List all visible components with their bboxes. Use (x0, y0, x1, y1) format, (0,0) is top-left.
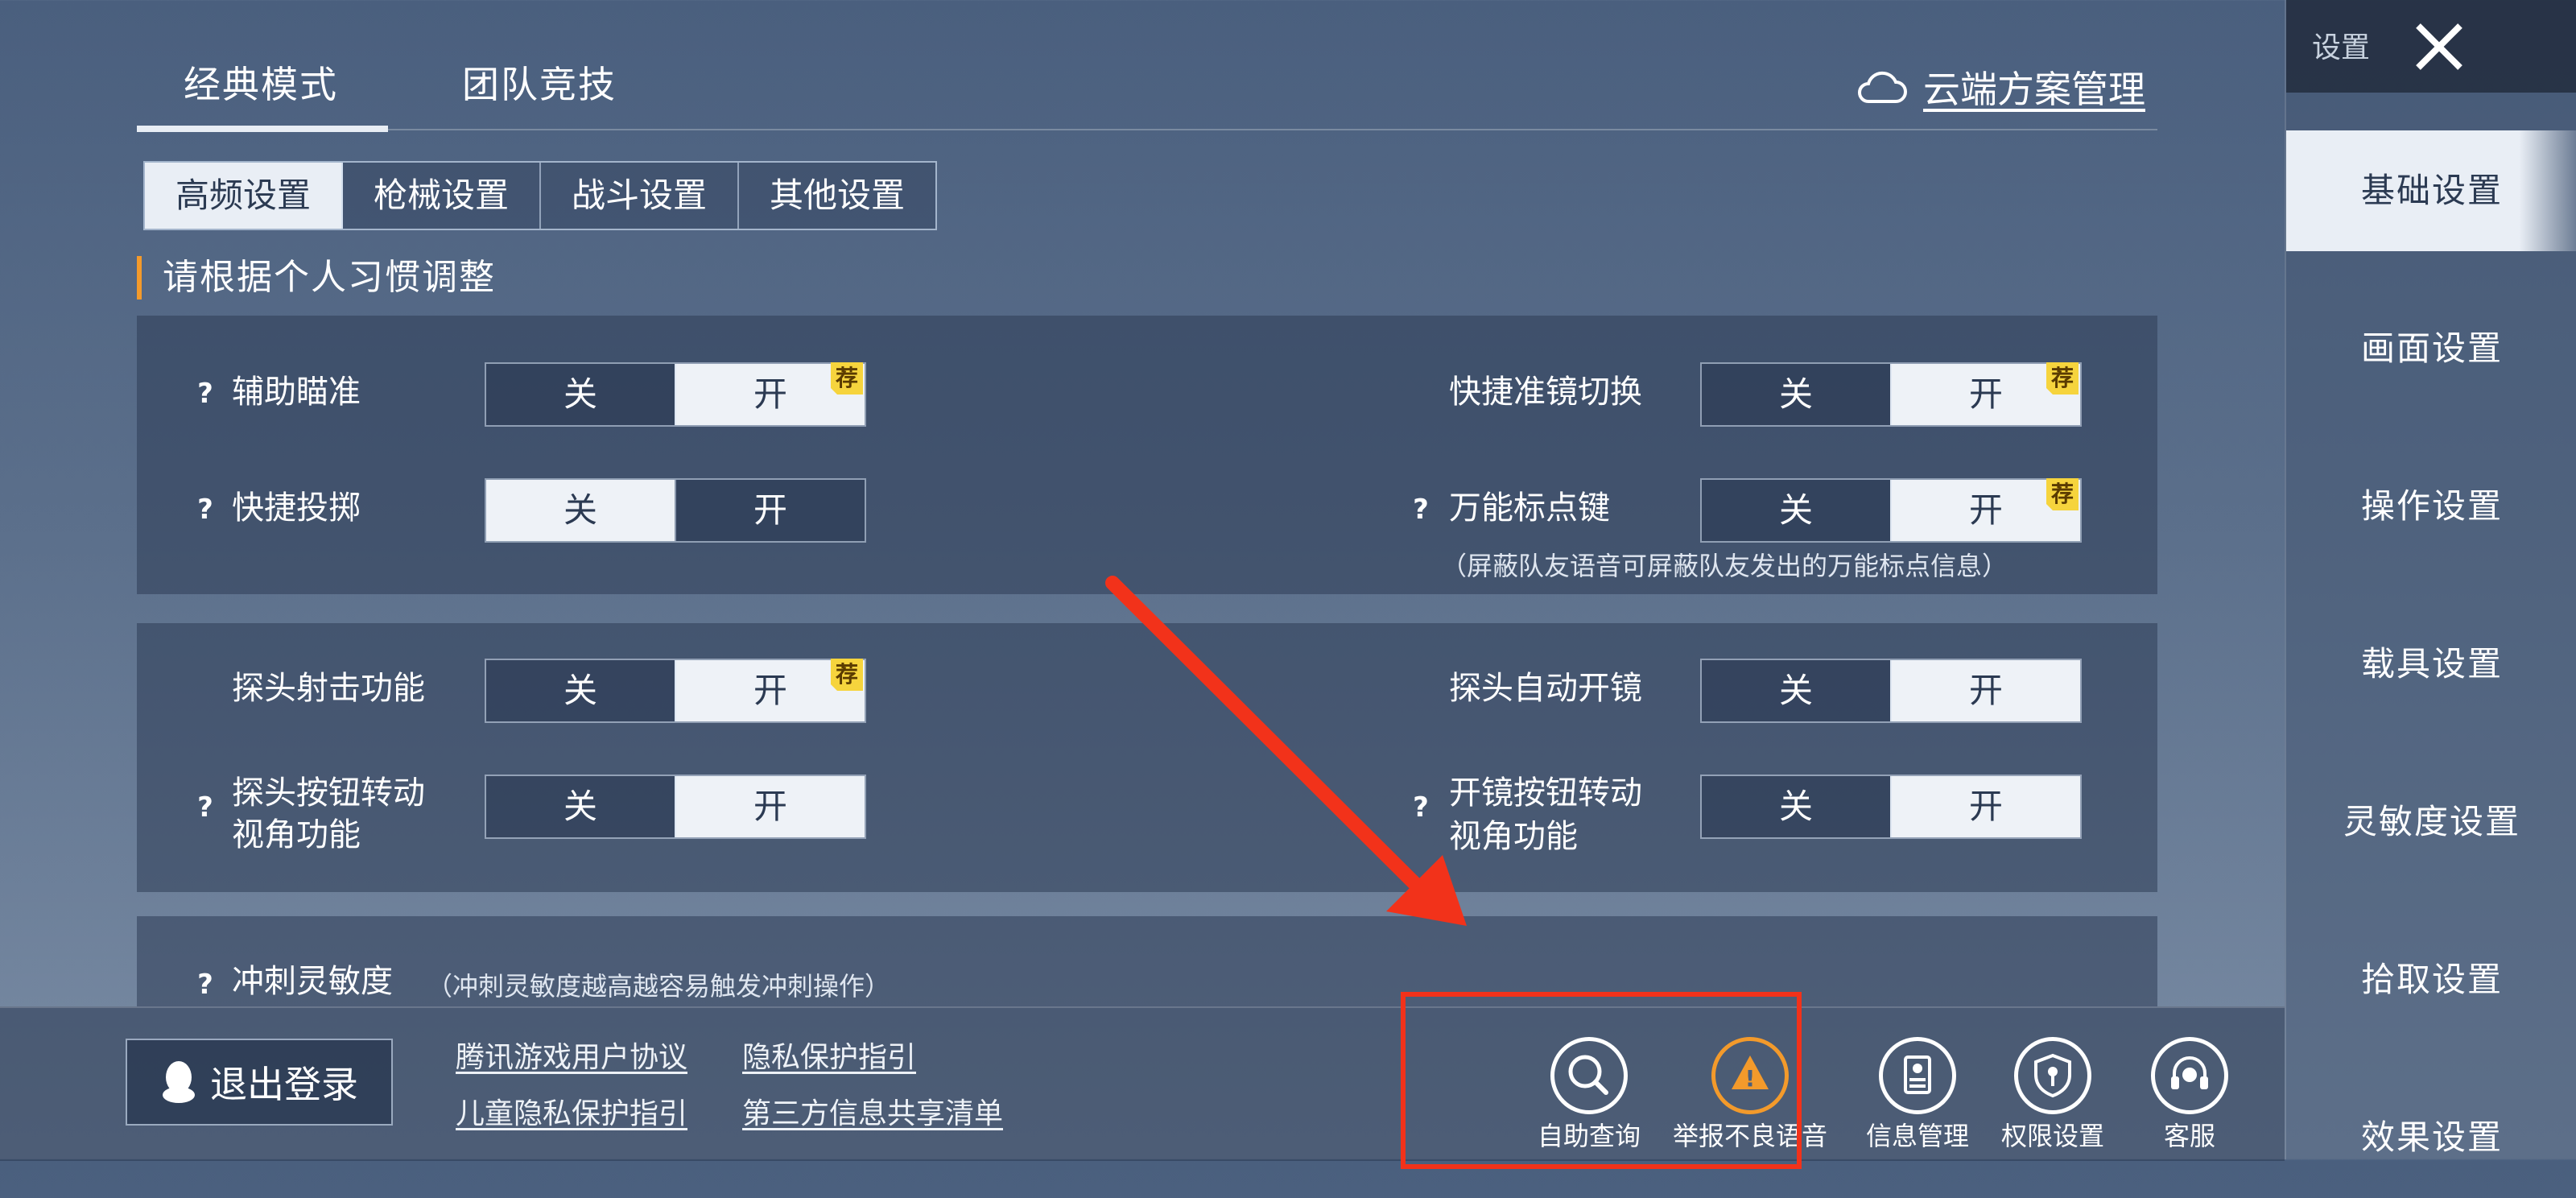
sidebar-item-pickup[interactable]: 拾取设置 (2286, 919, 2576, 1040)
sidebar-item-sensitivity[interactable]: 灵敏度设置 (2286, 762, 2576, 882)
settings-sidebar: 设置 基础设置 画面设置 操作设置 载具设置 灵敏度设置 拾取设置 效果设置 (2285, 0, 2576, 1159)
sidebar-item-graphics[interactable]: 画面设置 (2286, 288, 2576, 409)
annotation-highlight-box (1401, 992, 1802, 1169)
annotation-arrow (1105, 576, 1467, 926)
sidebar-item-controls[interactable]: 操作设置 (2286, 446, 2576, 567)
settings-title: 设置 (2312, 31, 2371, 64)
close-icon[interactable] (2407, 14, 2471, 79)
sidebar-header: 设置 (2286, 0, 2576, 93)
sidebar-item-effects[interactable]: 效果设置 (2286, 1077, 2576, 1198)
sidebar-item-vehicle[interactable]: 载具设置 (2286, 604, 2576, 725)
sidebar-item-basic[interactable]: 基础设置 (2286, 130, 2576, 251)
